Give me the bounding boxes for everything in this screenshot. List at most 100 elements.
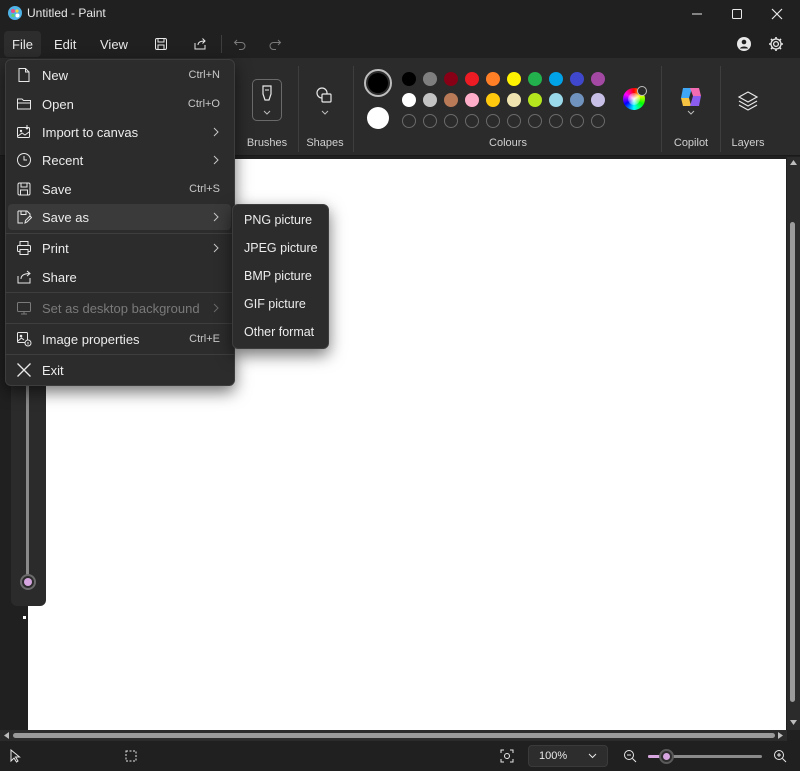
- colour-swatch[interactable]: [423, 93, 437, 107]
- file-menu-import-label: Import to canvas: [42, 124, 139, 140]
- scroll-down-arrow[interactable]: [789, 719, 798, 726]
- file-menu-exit-label: Exit: [42, 362, 64, 378]
- colour-swatch[interactable]: [486, 72, 500, 86]
- colour-swatch[interactable]: [570, 72, 584, 86]
- edit-colours-button[interactable]: [623, 86, 647, 110]
- fit-to-window-button[interactable]: [500, 749, 514, 763]
- copilot-button[interactable]: [678, 84, 704, 118]
- colour-swatch[interactable]: [549, 93, 563, 107]
- colour-swatch[interactable]: [591, 93, 605, 107]
- colour-swatch[interactable]: [591, 72, 605, 86]
- ribbon-divider: [661, 66, 662, 152]
- shapes-icon: [316, 87, 332, 115]
- scroll-up-arrow[interactable]: [789, 159, 798, 166]
- custom-colour-slot[interactable]: [465, 114, 479, 128]
- custom-colour-slot[interactable]: [444, 114, 458, 128]
- gear-icon: [769, 37, 783, 51]
- file-menu-image-properties[interactable]: Image properties Ctrl+E: [8, 326, 231, 352]
- file-menu-import-to-canvas[interactable]: Import to canvas: [8, 119, 231, 145]
- scroll-left-arrow[interactable]: [3, 731, 10, 740]
- zoom-level-value: 100%: [539, 750, 568, 762]
- colour-swatch[interactable]: [528, 93, 542, 107]
- colour-swatch[interactable]: [486, 93, 500, 107]
- custom-colour-slot[interactable]: [423, 114, 437, 128]
- colour-swatch[interactable]: [423, 72, 437, 86]
- custom-colour-slot[interactable]: [549, 114, 563, 128]
- file-menu-open[interactable]: Open Ctrl+O: [8, 91, 231, 117]
- save-as-png[interactable]: PNG picture: [236, 207, 326, 233]
- minimize-button[interactable]: [677, 0, 717, 28]
- custom-colour-slot[interactable]: [591, 114, 605, 128]
- brush-icon: [262, 85, 272, 115]
- undo-button[interactable]: [226, 31, 254, 57]
- share-quick-button[interactable]: [186, 31, 214, 57]
- colour-swatch[interactable]: [402, 72, 416, 86]
- colour-swatch[interactable]: [507, 72, 521, 86]
- zoom-slider-thumb-dot: [663, 753, 670, 760]
- file-menu-new[interactable]: New Ctrl+N: [8, 62, 231, 88]
- desktop-icon: [17, 302, 31, 315]
- zoom-in-button[interactable]: [773, 749, 787, 763]
- menu-edit[interactable]: Edit: [46, 31, 84, 57]
- menu-file[interactable]: File: [4, 31, 41, 57]
- redo-button[interactable]: [261, 31, 289, 57]
- zoom-in-icon: [774, 750, 787, 763]
- close-window-button[interactable]: [757, 0, 797, 28]
- chevron-down-icon: [588, 753, 597, 759]
- colour-swatch[interactable]: [465, 93, 479, 107]
- zoom-out-button[interactable]: [623, 749, 637, 763]
- colour-swatch[interactable]: [549, 72, 563, 86]
- file-menu-recent-label: Recent: [42, 152, 84, 168]
- file-menu-print[interactable]: Print: [8, 235, 231, 261]
- save-quick-button[interactable]: [147, 31, 175, 57]
- file-menu-exit[interactable]: Exit: [8, 357, 231, 383]
- file-menu-save[interactable]: Save Ctrl+S: [8, 176, 231, 202]
- custom-colour-slot[interactable]: [486, 114, 500, 128]
- shapes-label: Shapes: [306, 137, 344, 149]
- colour-swatch[interactable]: [570, 93, 584, 107]
- custom-colour-slot[interactable]: [528, 114, 542, 128]
- ribbon-divider: [353, 66, 354, 152]
- file-menu-image-properties-label: Image properties: [42, 331, 140, 347]
- layers-button[interactable]: [736, 89, 760, 113]
- colour-swatch[interactable]: [402, 93, 416, 107]
- primary-colour-button[interactable]: [364, 69, 392, 97]
- save-as-bmp[interactable]: BMP picture: [236, 263, 326, 289]
- colours-label: Colours: [489, 137, 527, 149]
- save-as-jpeg[interactable]: JPEG picture: [236, 235, 326, 261]
- custom-colour-slot[interactable]: [507, 114, 521, 128]
- file-menu-save-as[interactable]: Save as: [8, 204, 231, 230]
- save-as-icon: [17, 210, 32, 224]
- account-button[interactable]: [730, 31, 758, 57]
- maximize-button[interactable]: [717, 0, 757, 28]
- colour-swatch[interactable]: [444, 93, 458, 107]
- zoom-level-select[interactable]: 100%: [528, 745, 608, 767]
- chevron-right-icon: [213, 127, 219, 137]
- brushes-button[interactable]: [252, 79, 282, 121]
- menu-view[interactable]: View: [92, 31, 136, 57]
- layers-label: Layers: [731, 137, 765, 149]
- horizontal-scroll-thumb[interactable]: [13, 733, 775, 738]
- colour-swatch[interactable]: [528, 72, 542, 86]
- file-menu-save-label: Save: [42, 181, 72, 197]
- colour-swatch[interactable]: [444, 72, 458, 86]
- custom-colour-slot[interactable]: [570, 114, 584, 128]
- file-menu-desktop-label: Set as desktop background: [42, 300, 200, 316]
- colour-swatch[interactable]: [507, 93, 521, 107]
- shapes-button[interactable]: [310, 84, 340, 120]
- settings-button[interactable]: [762, 31, 790, 57]
- vertical-scroll-thumb[interactable]: [790, 222, 795, 702]
- scroll-right-arrow[interactable]: [777, 731, 784, 740]
- printer-icon: [17, 241, 31, 255]
- secondary-colour-button[interactable]: [367, 107, 389, 129]
- import-icon: [17, 125, 30, 138]
- file-menu-set-desktop-background: Set as desktop background: [8, 295, 231, 321]
- file-menu-recent[interactable]: Recent: [8, 147, 231, 173]
- custom-colour-slot[interactable]: [402, 114, 416, 128]
- brush-size-track[interactable]: [26, 385, 29, 577]
- file-menu-separator: [5, 233, 234, 234]
- file-menu-share[interactable]: Share: [8, 264, 231, 290]
- save-as-other-format[interactable]: Other format: [236, 319, 326, 345]
- colour-swatch[interactable]: [465, 72, 479, 86]
- save-as-gif[interactable]: GIF picture: [236, 291, 326, 317]
